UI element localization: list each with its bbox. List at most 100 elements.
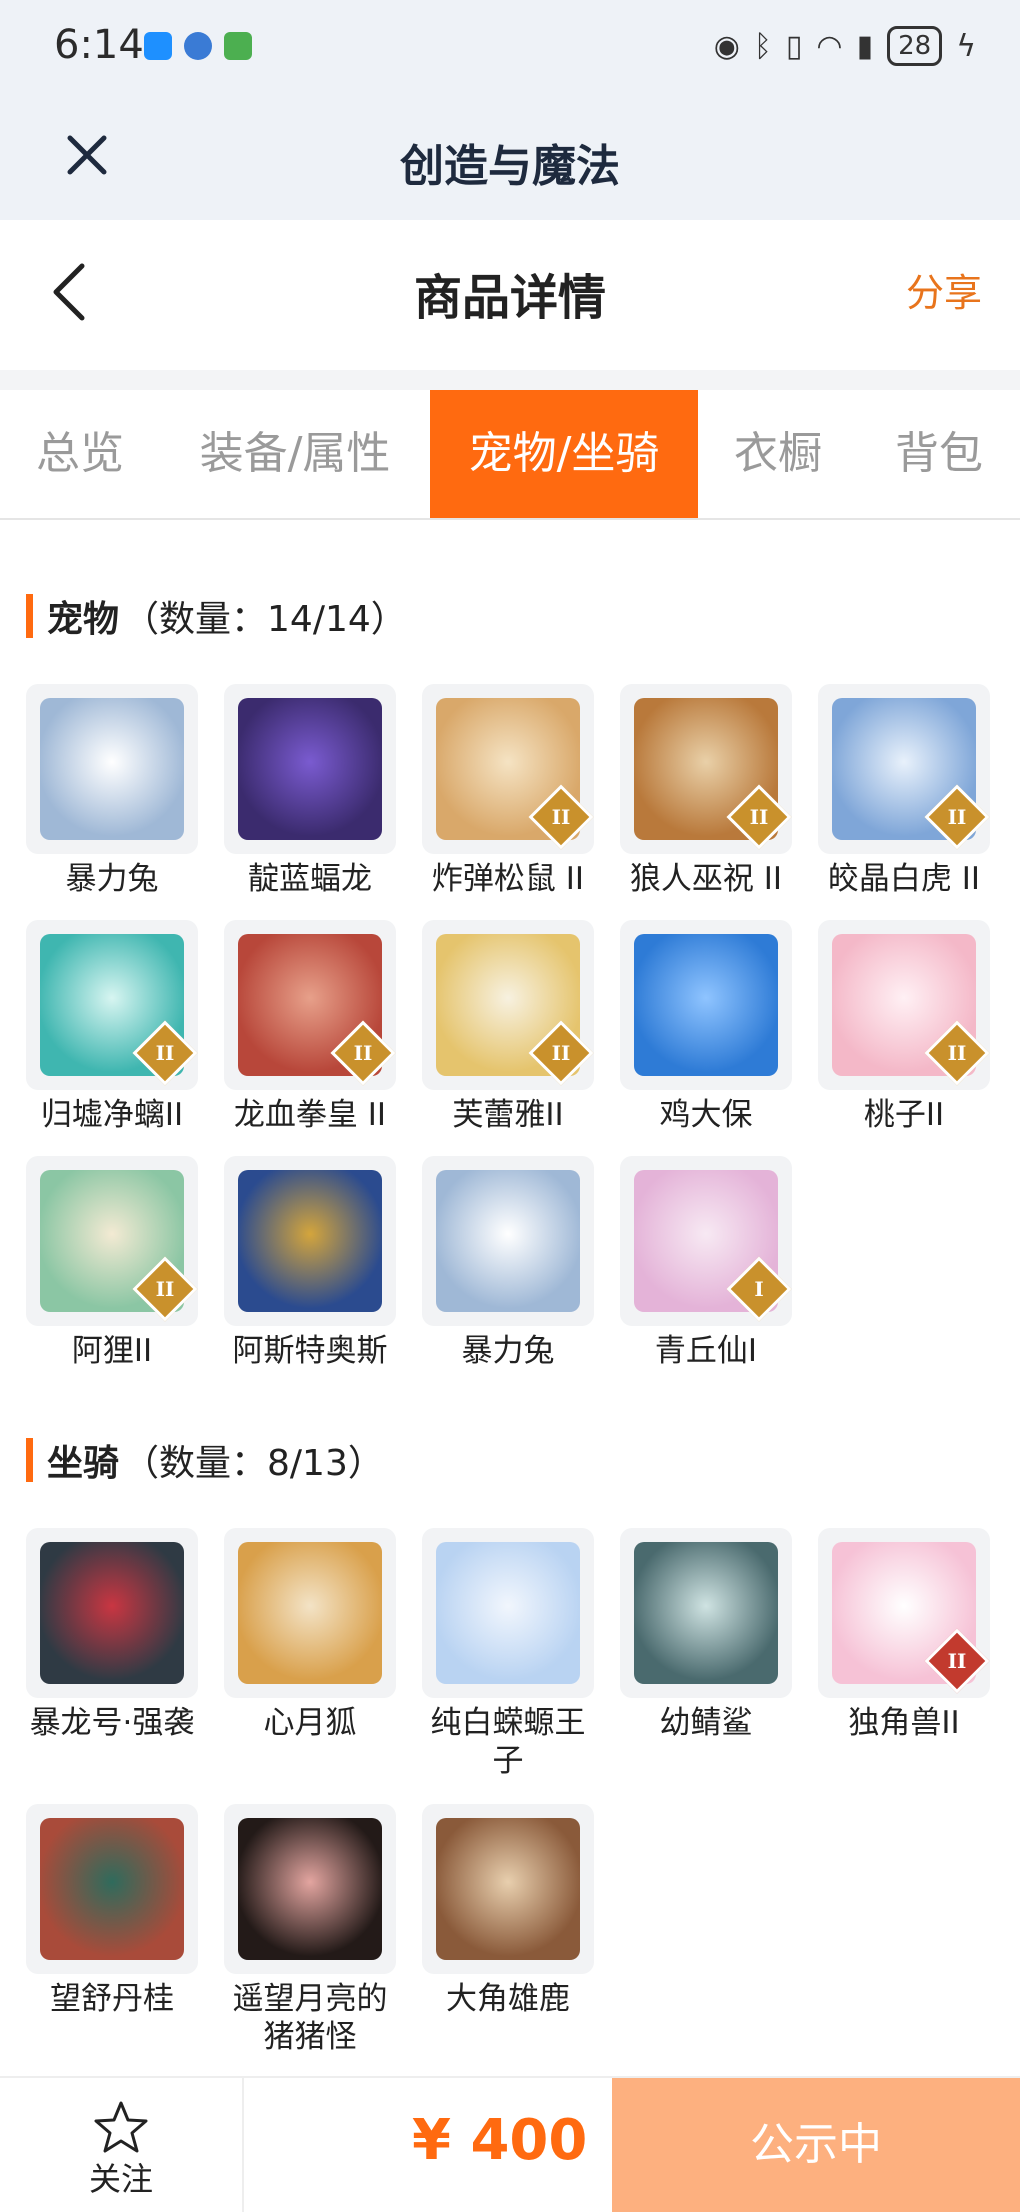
tab-bar: 总览 装备/属性 宠物/坐骑 衣橱 背包 — [0, 390, 1020, 520]
mount-portrait — [238, 1542, 382, 1684]
section-name: 坐骑 — [47, 1443, 120, 1484]
mount-thumbnail: II — [818, 1528, 990, 1698]
mount-thumbnail — [620, 1528, 792, 1698]
mount-name: 幼鲭鲨 — [659, 1705, 753, 1741]
pet-thumbnail — [224, 1156, 396, 1326]
tier-badge-label: II — [947, 805, 967, 829]
browser-app-icon — [184, 32, 212, 60]
pet-item[interactable]: II 阿狸II — [26, 1156, 198, 1370]
tier-badge-label: II — [551, 805, 571, 829]
divider — [0, 370, 1020, 390]
bluetooth-icon: ᛒ — [753, 28, 772, 64]
pet-item[interactable]: 暴力兔 — [422, 1156, 594, 1370]
status-button[interactable]: 公示中 — [612, 2078, 1020, 2212]
mounts-section-title: 坐骑 （数量：8/13） — [26, 1434, 384, 1486]
mount-name: 大角雄鹿 — [446, 1981, 570, 2017]
tier-badge-label: II — [551, 1041, 571, 1065]
charging-icon: ϟ — [956, 28, 976, 64]
search-app-icon — [144, 32, 172, 60]
eye-icon: ◉ — [713, 28, 740, 64]
tier-badge-label: II — [749, 805, 769, 829]
pet-item[interactable]: II 狼人巫祝 II — [620, 684, 792, 898]
section-marker — [26, 1438, 33, 1482]
pet-thumbnail: II — [422, 920, 594, 1090]
follow-label: 关注 — [88, 2160, 153, 2198]
pet-name: 靛蓝蝠龙 — [248, 861, 372, 897]
mount-item[interactable]: 大角雄鹿 — [422, 1804, 594, 2018]
mount-item[interactable]: 幼鲭鲨 — [620, 1528, 792, 1742]
tab-equipment[interactable]: 装备/属性 — [160, 390, 430, 518]
tier-badge-label: II — [353, 1041, 373, 1065]
mount-portrait — [40, 1818, 184, 1960]
section-marker — [26, 594, 33, 638]
mount-thumbnail — [224, 1804, 396, 1974]
bottom-bar: 关注 ¥ 400 公示中 — [0, 2076, 1020, 2212]
pet-thumbnail: II — [620, 684, 792, 854]
mount-item[interactable]: 望舒丹桂 — [26, 1804, 198, 2018]
pet-item[interactable]: 鸡大保 — [620, 920, 792, 1134]
wifi-icon: ◠ — [816, 28, 843, 64]
tab-backpack[interactable]: 背包 — [858, 390, 1020, 518]
pet-item[interactable]: II 芙蕾雅II — [422, 920, 594, 1134]
app-title: 创造与魔法 — [400, 141, 620, 192]
pet-portrait — [436, 1170, 580, 1312]
pet-name: 龙血拳皇 II — [233, 1097, 387, 1133]
page-title: 商品详情 — [413, 270, 606, 326]
pets-section-title: 宠物 （数量：14/14） — [26, 590, 407, 642]
mount-thumbnail — [224, 1528, 396, 1698]
tier-badge-label: II — [947, 1041, 967, 1065]
mount-thumbnail — [422, 1528, 594, 1698]
pet-item[interactable]: II 龙血拳皇 II — [224, 920, 396, 1134]
follow-button[interactable]: 关注 — [0, 2078, 244, 2212]
pet-thumbnail: II — [818, 920, 990, 1090]
pet-name: 归墟净螭II — [40, 1097, 184, 1133]
mount-name: 独角兽II — [848, 1705, 960, 1741]
pet-name: 青丘仙I — [654, 1333, 758, 1369]
tab-overview[interactable]: 总览 — [0, 390, 160, 518]
share-button[interactable]: 分享 — [906, 262, 982, 317]
tab-pets-mounts[interactable]: 宠物/坐骑 — [430, 390, 698, 518]
pet-portrait — [238, 1170, 382, 1312]
pet-name: 桃子II — [863, 1097, 945, 1133]
pet-name: 炸弹松鼠 II — [431, 861, 585, 897]
mount-portrait — [436, 1818, 580, 1960]
mount-item[interactable]: II 独角兽II — [818, 1528, 990, 1742]
game-app-icon — [224, 32, 252, 60]
tier-badge-label: II — [155, 1277, 175, 1301]
pet-name: 芙蕾雅II — [452, 1097, 564, 1133]
star-icon — [94, 2101, 148, 2153]
mount-portrait — [40, 1542, 184, 1684]
pet-item[interactable]: II 皎晶白虎 II — [818, 684, 990, 898]
pet-thumbnail — [620, 920, 792, 1090]
pet-item[interactable]: I 青丘仙I — [620, 1156, 792, 1370]
pet-item[interactable]: II 桃子II — [818, 920, 990, 1134]
pet-item[interactable]: II 炸弹松鼠 II — [422, 684, 594, 898]
pet-item[interactable]: 靛蓝蝠龙 — [224, 684, 396, 898]
pet-item[interactable]: 阿斯特奥斯 — [224, 1156, 396, 1370]
tier-badge-label: II — [155, 1041, 175, 1065]
pet-item[interactable]: II 归墟净螭II — [26, 920, 198, 1134]
mount-item[interactable]: 纯白蝾螈王子 — [422, 1528, 594, 1780]
pet-thumbnail: I — [620, 1156, 792, 1326]
system-icons: ◉ ᛒ ▯ ◠ ▮ 28 ϟ — [714, 26, 976, 66]
pet-item[interactable]: 暴力兔 — [26, 684, 198, 898]
pet-name: 暴力兔 — [65, 861, 159, 897]
status-time: 6:14 — [54, 22, 144, 68]
tab-wardrobe[interactable]: 衣橱 — [698, 390, 858, 518]
mount-name: 望舒丹桂 — [50, 1981, 174, 2017]
mount-item[interactable]: 心月狐 — [224, 1528, 396, 1742]
mount-name: 纯白蝾螈王子 — [430, 1705, 586, 1779]
pet-name: 鸡大保 — [659, 1097, 753, 1133]
mount-item[interactable]: 暴龙号·强袭 — [26, 1528, 198, 1742]
app-bar: 创造与魔法 — [0, 100, 1020, 220]
mount-item[interactable]: 遥望月亮的猪猪怪 — [224, 1804, 396, 2056]
sim-icon: ▮ — [856, 28, 874, 64]
status-bar: 6:14 ◉ ᛒ ▯ ◠ ▮ 28 ϟ — [0, 0, 1020, 100]
mount-thumbnail — [26, 1528, 198, 1698]
pet-portrait — [40, 698, 184, 840]
mount-name: 遥望月亮的猪猪怪 — [232, 1981, 388, 2055]
pet-name: 阿斯特奥斯 — [232, 1333, 388, 1369]
mount-thumbnail — [422, 1804, 594, 1974]
section-count: （数量：14/14） — [123, 599, 407, 640]
pet-portrait — [238, 698, 382, 840]
